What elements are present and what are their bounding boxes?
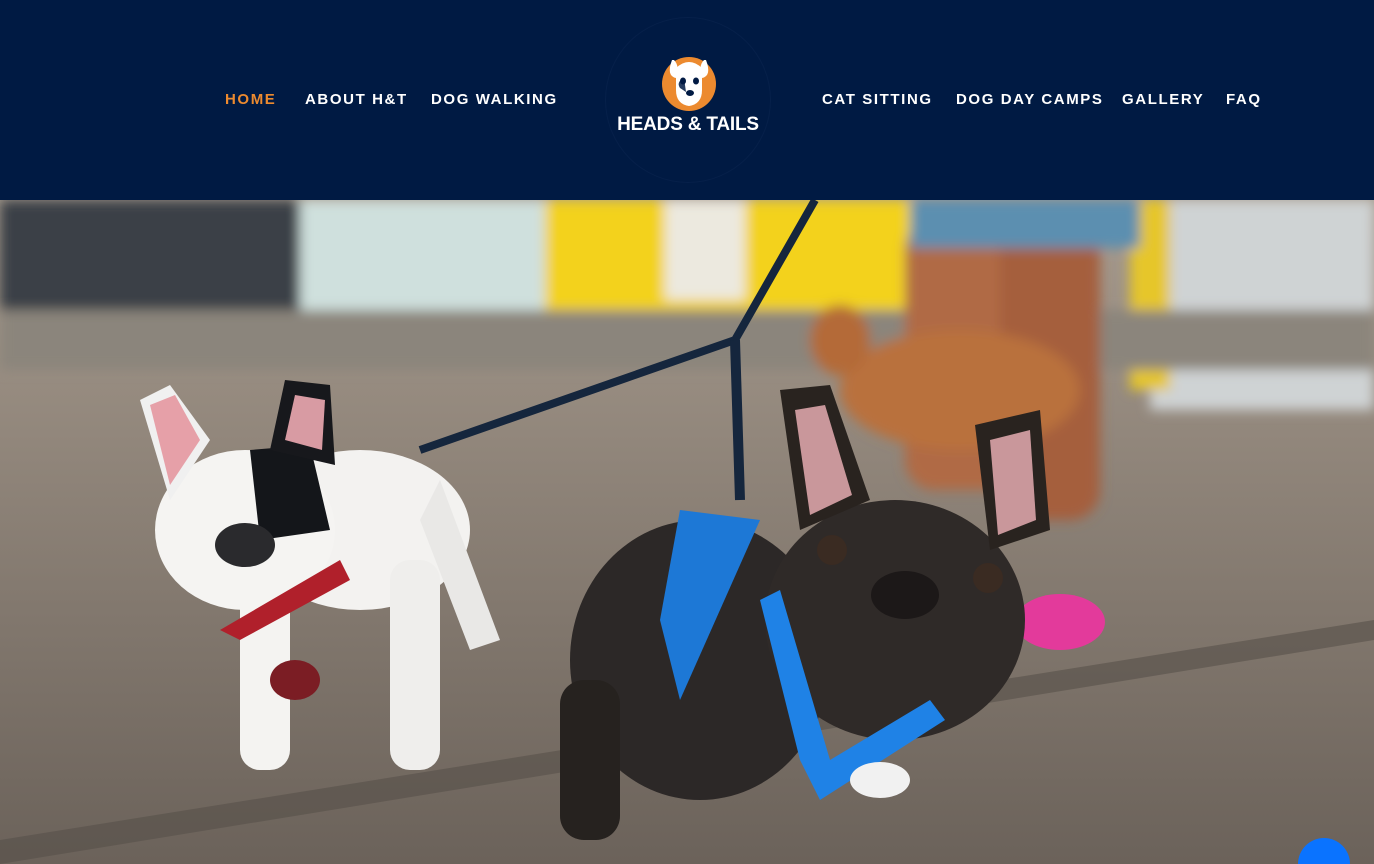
dog-icon <box>662 57 716 111</box>
site-header: HOME ABOUT H&T DOG WALKING HEADS & TAILS… <box>0 0 1374 200</box>
nav-dog-walking[interactable]: DOG WALKING <box>431 90 558 110</box>
nav-dog-day-camps[interactable]: DOG DAY CAMPS <box>956 90 1104 110</box>
logo-text: HEADS & TAILS <box>617 114 759 135</box>
nav-about[interactable]: ABOUT H&T <box>305 90 408 110</box>
site-logo[interactable]: HEADS & TAILS <box>606 18 770 182</box>
nav-cat-sitting[interactable]: CAT SITTING <box>822 90 933 110</box>
hero-photo <box>0 200 1374 864</box>
nav-gallery[interactable]: GALLERY <box>1122 90 1204 110</box>
nav-faq[interactable]: FAQ <box>1226 90 1262 110</box>
nav-home[interactable]: HOME <box>225 90 276 110</box>
hero-image <box>0 200 1374 864</box>
